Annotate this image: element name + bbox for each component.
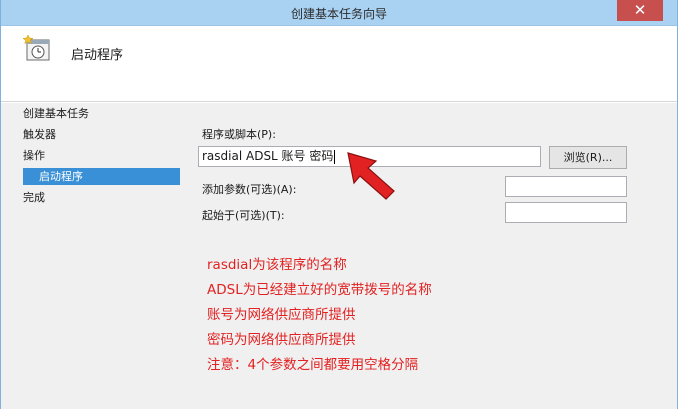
title-bar[interactable]: 创建基本任务向导 ✕ — [1, 0, 677, 26]
close-icon: ✕ — [633, 1, 647, 19]
annotation-line: 账号为网络供应商所提供 — [207, 307, 356, 323]
wizard-content: 创建基本任务 触发器 操作 启动程序 完成 程序或脚本(P): rasdial … — [1, 103, 677, 409]
nav-step-trigger[interactable]: 触发器 — [23, 126, 56, 143]
red-arrow-icon — [347, 152, 395, 200]
start-in-label: 起始于(可选)(T): — [202, 209, 285, 222]
start-in-input[interactable] — [505, 202, 627, 223]
close-button[interactable]: ✕ — [617, 0, 663, 21]
browse-button[interactable]: 浏览(R)... — [549, 146, 627, 169]
wizard-window: 创建基本任务向导 ✕ 启动程序 创建基本任务 触发器 操作 启动程序 完成 程序… — [0, 0, 678, 409]
annotation-line: ADSL为已经建立好的宽带拨号的名称 — [207, 282, 432, 298]
wizard-header: 启动程序 — [1, 26, 677, 102]
task-clock-icon — [23, 34, 50, 61]
window-title: 创建基本任务向导 — [290, 7, 387, 21]
nav-step-finish[interactable]: 完成 — [23, 189, 45, 206]
annotation-line: 注意：4个参数之间都要用空格分隔 — [207, 357, 419, 373]
annotation-line: rasdial为该程序的名称 — [207, 257, 347, 273]
args-label: 添加参数(可选)(A): — [202, 183, 297, 196]
program-label: 程序或脚本(P): — [202, 128, 276, 141]
program-input-value: rasdial ADSL 账号 密码 — [202, 149, 334, 163]
page-title: 启动程序 — [71, 48, 124, 63]
text-caret — [334, 149, 336, 164]
args-input[interactable] — [505, 176, 627, 197]
nav-step-action[interactable]: 操作 — [23, 147, 45, 164]
nav-step-create-basic-task[interactable]: 创建基本任务 — [23, 105, 89, 122]
annotation-line: 密码为网络供应商所提供 — [207, 332, 356, 348]
nav-step-start-program[interactable]: 启动程序 — [23, 168, 180, 185]
